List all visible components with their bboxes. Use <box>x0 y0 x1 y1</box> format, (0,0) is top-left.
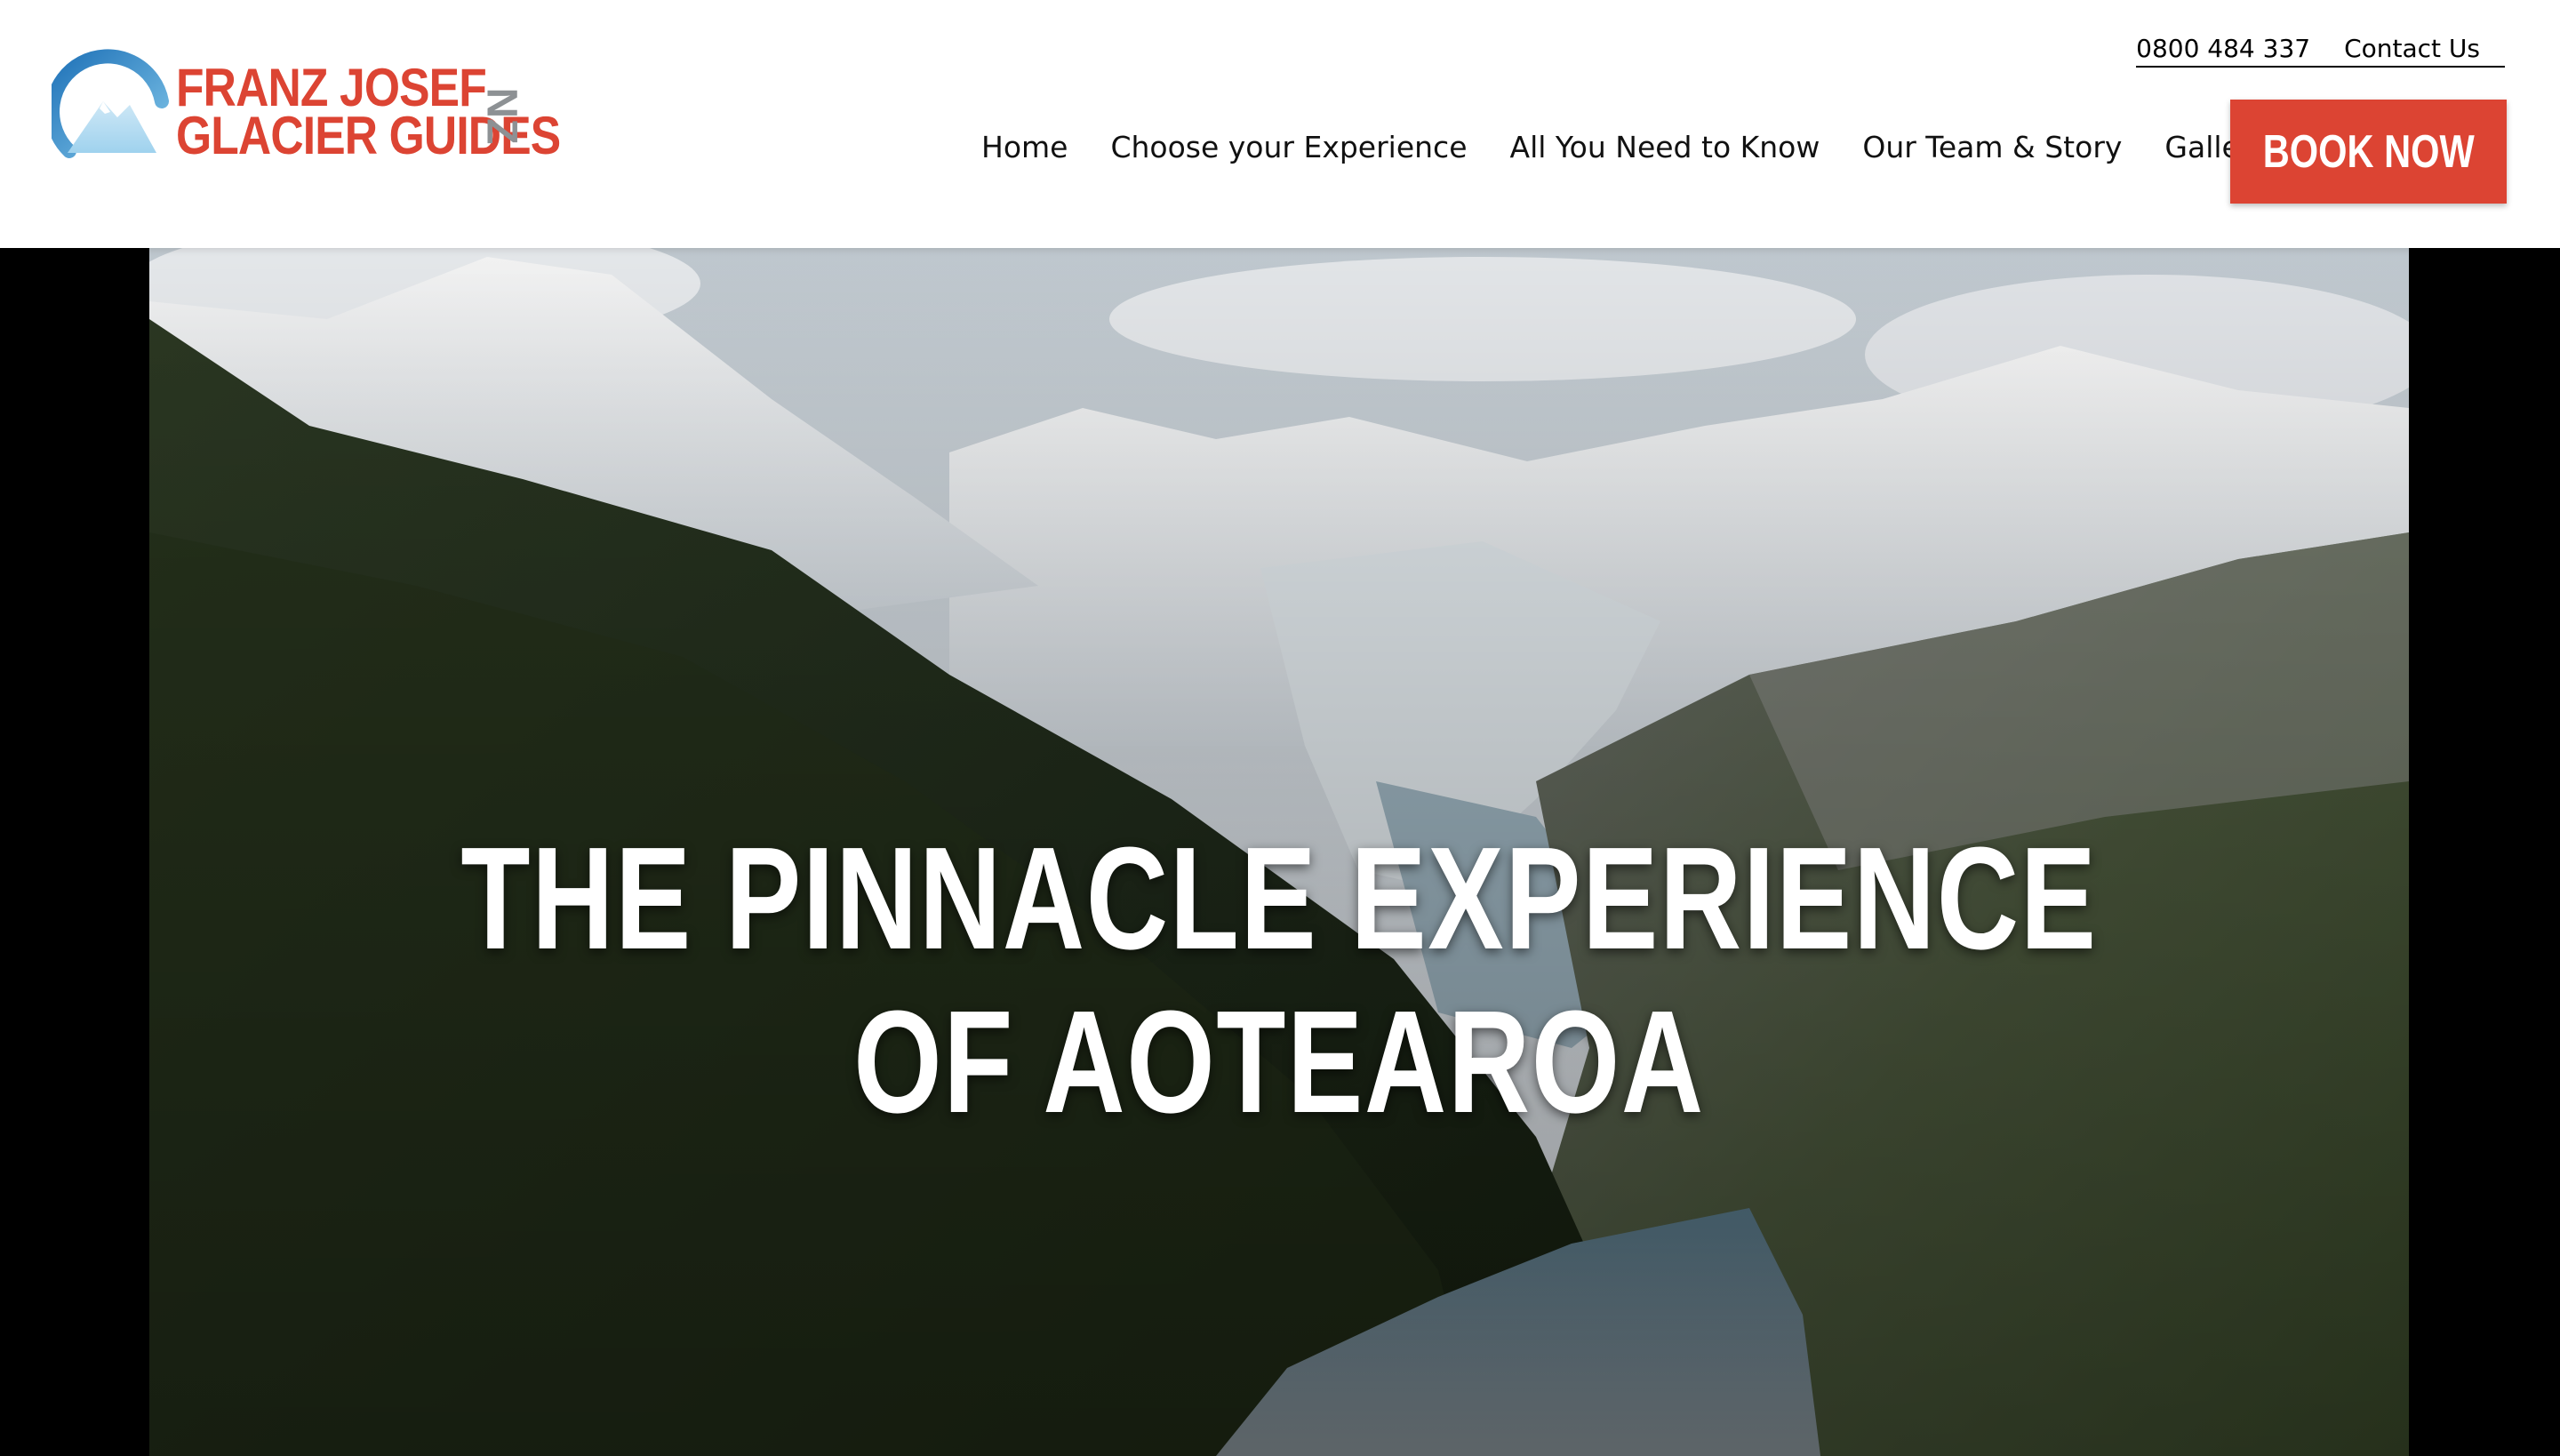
nav-choose-your-experience[interactable]: Choose your Experience <box>1110 130 1467 164</box>
logo-country-tag: NZ <box>478 66 525 165</box>
main-nav: Home Choose your Experience All You Need… <box>981 130 2269 164</box>
hero-headline-line-2: OF AOTEAROA <box>853 980 1705 1143</box>
logo-nz-text: NZ <box>477 87 525 144</box>
phone-link[interactable]: 0800 484 337 <box>2136 34 2310 63</box>
hero-headline-line-1: THE PINNACLE EXPERIENCE <box>460 817 2098 980</box>
hero-headline: THE PINNACLE EXPERIENCE OF AOTEAROA <box>149 817 2409 1144</box>
site-header: FRANZ JOSEF GLACIER GUIDES NZ 0800 484 3… <box>0 0 2560 248</box>
nav-our-team-story[interactable]: Our Team & Story <box>1862 130 2122 164</box>
hero-video[interactable]: THE PINNACLE EXPERIENCE OF AOTEAROA <box>149 248 2409 1456</box>
nav-home[interactable]: Home <box>981 130 1068 164</box>
nav-all-you-need-to-know[interactable]: All You Need to Know <box>1510 130 1820 164</box>
site-logo[interactable]: FRANZ JOSEF GLACIER GUIDES NZ <box>52 46 561 171</box>
book-now-label: BOOK NOW <box>2262 125 2475 178</box>
book-now-button[interactable]: BOOK NOW <box>2230 100 2507 204</box>
contact-us-link[interactable]: Contact Us <box>2344 34 2480 63</box>
mountain-arc-icon <box>52 49 169 158</box>
utility-bar: 0800 484 337 Contact Us <box>2136 34 2505 68</box>
